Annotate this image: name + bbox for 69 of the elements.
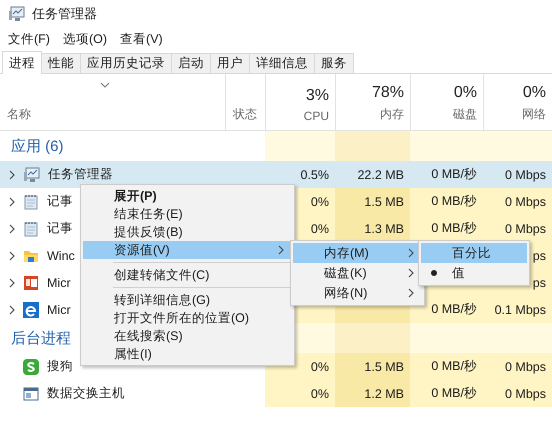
table-cell: 0 MB/秒 (410, 188, 483, 215)
column-usage: 3% (306, 87, 329, 105)
menu-item[interactable]: 磁盘(K) (293, 263, 422, 283)
menu-item[interactable]: 百分比 (421, 243, 527, 263)
menu-item[interactable]: 文件(F) (8, 30, 50, 48)
process-name[interactable]: 记事 (47, 220, 73, 237)
table-cell: 0 Mbps (483, 353, 552, 380)
table-cell: 1.5 MB (335, 188, 410, 215)
process-name[interactable]: 任务管理器 (48, 166, 113, 183)
process-name[interactable]: 数据交换主机 (47, 385, 125, 402)
table-cell-text: 0.5% (300, 166, 330, 184)
menu-item[interactable]: 资源值(V) (83, 241, 292, 259)
menu-item[interactable]: 转到详细信息(G) (83, 291, 292, 309)
tab[interactable]: 启动 (171, 53, 211, 73)
table-cell: 0.1 Mbps (483, 296, 552, 323)
column-header[interactable]: 名称 (7, 106, 219, 123)
monitor-icon (8, 6, 25, 22)
table-cell: 1.2 MB (335, 380, 410, 407)
process-name[interactable]: Micr (47, 276, 71, 290)
swirl-icon (23, 358, 39, 374)
process-name[interactable]: Micr (47, 302, 71, 316)
window-title: 任务管理器 (32, 5, 97, 23)
table-cell-text: 0 MB/秒 (430, 166, 478, 183)
table-cell: 0 MB/秒 (410, 296, 483, 323)
group-title: 后台进程 (11, 328, 71, 348)
table-cell: 1.5 MB (335, 353, 410, 380)
tab[interactable]: 详细信息 (249, 53, 315, 73)
menu-item[interactable]: 选项(O) (62, 30, 108, 48)
table-cell: 0 Mbps (483, 380, 552, 407)
column-usage: 0% (454, 84, 477, 102)
window-icon (23, 386, 39, 402)
table-cell: 0 Mbps (483, 188, 552, 215)
tab[interactable]: 进程 (2, 51, 42, 74)
slides-icon (23, 274, 39, 290)
process-name[interactable]: Winc (47, 248, 75, 262)
heat-cell (483, 131, 552, 161)
menu-item[interactable]: 查看(V) (120, 30, 163, 48)
monitor-icon (23, 166, 40, 182)
table-cell: 0 Mbps (483, 215, 552, 242)
column-usage: 78% (372, 84, 404, 102)
notepad-icon (23, 194, 39, 210)
globe-icon (23, 302, 39, 318)
column-header[interactable]: 状态 (233, 106, 259, 123)
tab[interactable]: 应用历史记录 (80, 53, 172, 73)
table-cell: 1.3 MB (335, 215, 410, 242)
column-usage: 0% (522, 84, 546, 102)
column-header[interactable]: 磁盘 (453, 106, 477, 123)
heat-cell (483, 323, 552, 353)
table-cell-text: 22.2 MB (356, 166, 405, 184)
tab[interactable]: 性能 (41, 53, 81, 73)
column-header[interactable]: 内存 (380, 106, 404, 123)
menu-item[interactable]: 打开文件所在的位置(O) (83, 309, 292, 327)
menu-item[interactable]: 在线搜索(S) (83, 327, 292, 345)
notepad-icon (23, 220, 39, 236)
sort-caret-icon (100, 82, 110, 88)
column-header[interactable]: 网络 (522, 106, 546, 123)
heat-cell (265, 131, 335, 161)
table-cell: 0 MB/秒 (410, 215, 483, 242)
table-cell: 0 MB/秒 (410, 353, 483, 380)
group-title: 应用 (6) (11, 136, 64, 156)
table-cell: 0% (265, 380, 335, 407)
column-header[interactable]: CPU (304, 109, 329, 123)
table-cell: 0 MB/秒 (410, 380, 483, 407)
menu-item[interactable]: 创建转储文件(C) (83, 266, 292, 284)
process-name[interactable]: 记事 (47, 193, 73, 210)
tab[interactable]: 用户 (210, 53, 250, 73)
tab[interactable]: 服务 (314, 53, 354, 73)
table-cell-text: 0 Mbps (504, 166, 547, 184)
process-name[interactable]: 搜狗 (47, 358, 73, 375)
